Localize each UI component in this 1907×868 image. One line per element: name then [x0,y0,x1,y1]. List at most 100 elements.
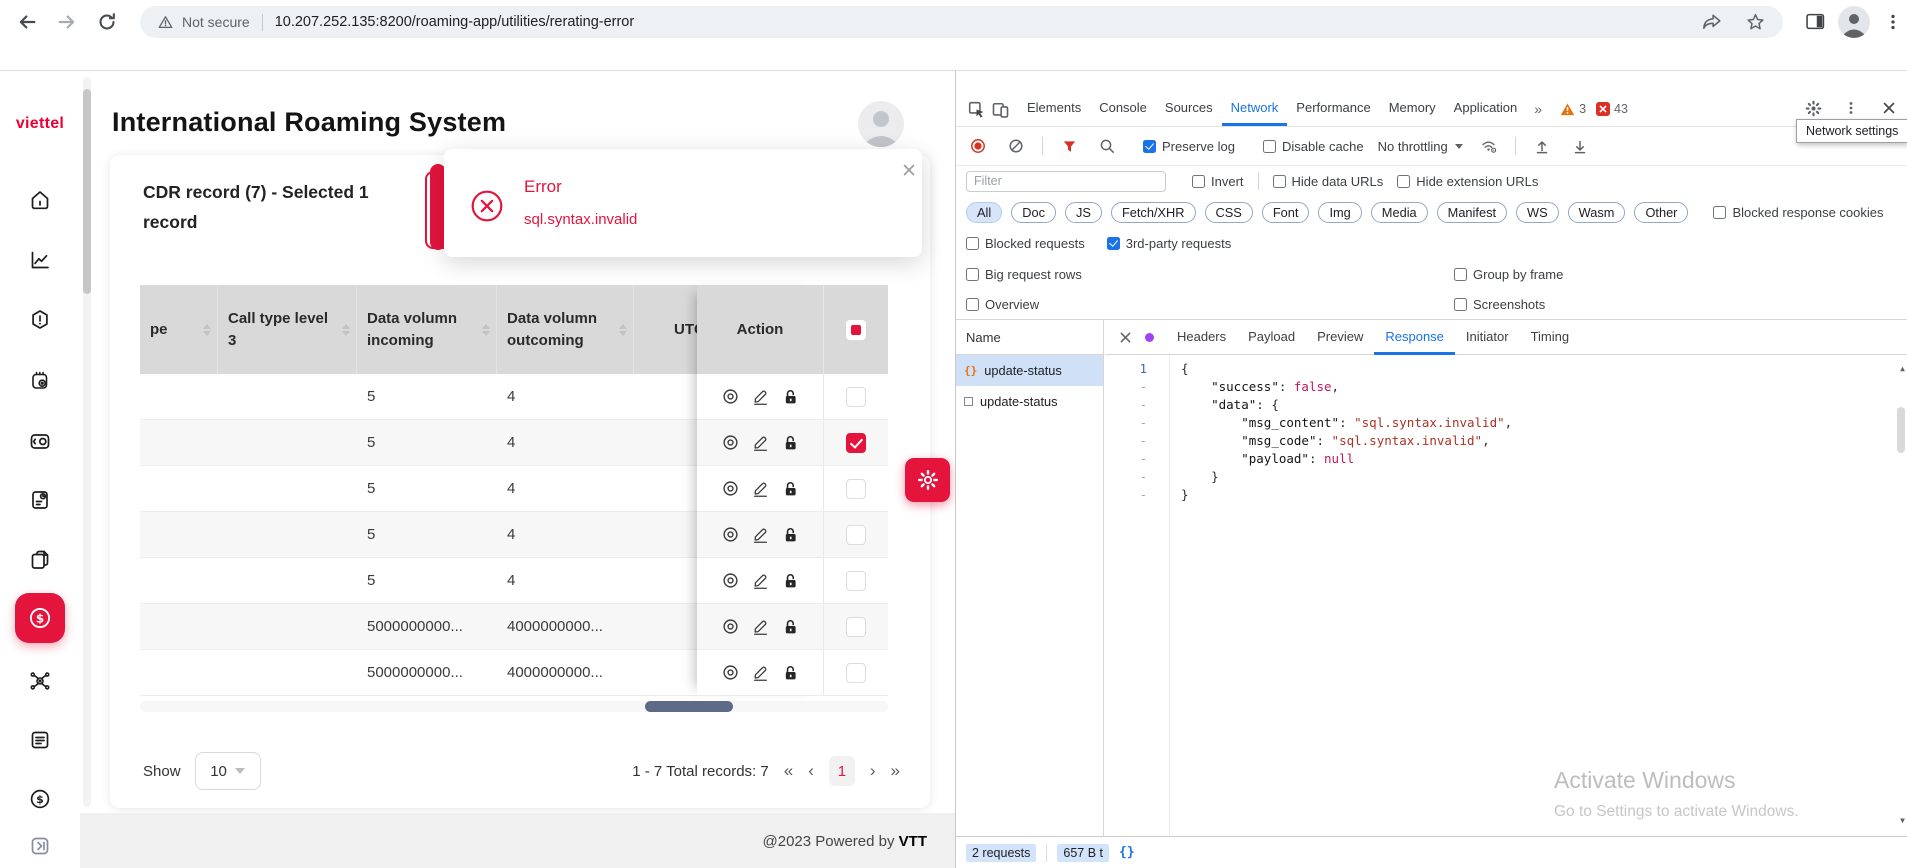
devtools-tab-network[interactable]: Network [1222,92,1288,126]
filter-icon[interactable] [1057,134,1081,158]
sidebar-item-documents[interactable] [28,548,52,572]
devtools-tab-elements[interactable]: Elements [1018,92,1090,126]
sidebar-item-revenue[interactable]: $ [28,787,52,811]
next-page-button[interactable]: › [870,761,876,781]
screenshots-checkbox[interactable]: Screenshots [1454,297,1545,312]
prev-page-button[interactable]: ‹ [808,761,814,781]
clear-network-log-icon[interactable] [1004,134,1028,158]
transferred-size[interactable]: 657 B t [1057,844,1109,862]
filter-chip-css[interactable]: CSS [1205,202,1253,223]
lock-icon[interactable] [782,388,799,405]
hide-extension-urls-checkbox[interactable]: Hide extension URLs [1397,174,1538,189]
browser-menu-icon[interactable] [1884,12,1906,34]
disable-cache-checkbox[interactable]: Disable cache [1263,139,1364,154]
warnings-count[interactable]: 3 [1560,102,1586,116]
edit-icon[interactable] [752,388,769,405]
back-icon[interactable] [16,11,38,33]
detail-tab-preview[interactable]: Preview [1306,320,1374,355]
edit-icon[interactable] [752,526,769,543]
view-icon[interactable] [722,388,739,405]
hide-data-urls-checkbox[interactable]: Hide data URLs [1273,174,1384,189]
filter-chip-doc[interactable]: Doc [1011,202,1056,223]
filter-chip-all[interactable]: All [966,202,1002,223]
view-icon[interactable] [722,664,739,681]
view-icon[interactable] [722,572,739,589]
sidebar-item-system-chip[interactable] [28,369,52,393]
edit-icon[interactable] [752,480,769,497]
filter-chip-ws[interactable]: WS [1516,202,1559,223]
lock-icon[interactable] [782,572,799,589]
current-page-button[interactable]: 1 [829,756,855,786]
devtools-settings-gear-icon[interactable] [1801,96,1825,120]
devtools-menu-icon[interactable] [1839,96,1863,120]
sidebar-item-report[interactable] [28,488,52,512]
throttling-select[interactable]: No throttling [1378,139,1463,154]
preserve-log-checkbox[interactable]: Preserve log [1143,139,1235,154]
filter-input[interactable] [966,171,1166,192]
filter-chip-manifest[interactable]: Manifest [1437,202,1507,223]
row-checkbox[interactable] [846,525,866,545]
edit-icon[interactable] [752,618,769,635]
edit-icon[interactable] [752,572,769,589]
sidebar-item-alert-hexagon[interactable] [28,308,52,332]
edit-icon[interactable] [752,434,769,451]
filter-chip-js[interactable]: JS [1065,202,1102,223]
response-scrollbar-thumb[interactable] [1897,407,1905,453]
sort-carets-icon[interactable] [482,324,490,336]
row-checkbox[interactable] [846,387,866,407]
column-header-2[interactable]: Call type level 3 [218,285,357,374]
sidebar-item-media[interactable] [28,429,52,453]
search-icon[interactable] [1095,134,1119,158]
filter-chip-fetchxhr[interactable]: Fetch/XHR [1111,202,1196,223]
sort-carets-icon[interactable] [342,324,350,336]
table-horizontal-scrollbar-thumb[interactable] [645,701,733,712]
column-header-3[interactable]: Data volumn incoming [357,285,497,374]
filter-chip-media[interactable]: Media [1371,202,1428,223]
url-text[interactable]: 10.207.252.135:8200/roaming-app/utilitie… [275,14,635,30]
request-row[interactable]: update-status [956,386,1103,417]
sidebar-item-billing[interactable]: $ [15,593,65,643]
export-har-icon[interactable] [1568,134,1592,158]
devtools-close-icon[interactable] [1877,96,1901,120]
errors-count[interactable]: 43 [1596,102,1628,116]
row-checkbox[interactable] [846,571,866,591]
user-avatar[interactable] [858,101,904,147]
detail-tab-headers[interactable]: Headers [1166,320,1237,355]
not-secure-warning-icon[interactable] [158,15,173,29]
app-vertical-scrollbar-thumb[interactable] [83,89,91,294]
sidebar-item-network[interactable] [28,669,52,693]
detail-tab-initiator[interactable]: Initiator [1455,320,1520,355]
sidebar-item-logout[interactable] [28,834,52,858]
last-page-button[interactable]: » [891,761,900,781]
omnibox[interactable]: Not secure 10.207.252.135:8200/roaming-a… [140,6,1783,38]
select-all-checkbox[interactable] [846,320,866,340]
response-viewer[interactable]: 1{- "success": false,- "data": {- "msg_c… [1105,355,1907,836]
row-checkbox[interactable] [846,617,866,637]
row-checkbox[interactable] [846,479,866,499]
sidebar-item-records[interactable] [28,728,52,752]
requests-count[interactable]: 2 requests [966,844,1036,862]
more-tabs-button[interactable]: » [1526,101,1550,117]
forward-icon[interactable] [56,11,78,33]
device-toolbar-icon[interactable] [988,97,1012,121]
column-header-4[interactable]: Data volumn outcoming [497,285,634,374]
lock-icon[interactable] [782,434,799,451]
sidebar-item-home[interactable] [28,188,52,212]
big-request-rows-checkbox[interactable]: Big request rows [966,267,1082,282]
toast-close-icon[interactable] [902,163,916,177]
detail-tab-response[interactable]: Response [1374,320,1455,355]
filter-chip-font[interactable]: Font [1262,202,1310,223]
requests-list-header[interactable]: Name [956,320,1103,355]
request-row[interactable]: {}update-status [956,355,1103,386]
braces-icon[interactable]: {} [1119,845,1135,860]
detail-tab-timing[interactable]: Timing [1520,320,1581,355]
filter-chip-img[interactable]: Img [1318,202,1361,223]
app-vertical-scrollbar[interactable] [83,77,91,807]
settings-fab-button[interactable] [905,458,950,502]
devtools-tab-console[interactable]: Console [1090,92,1156,126]
devtools-tab-sources[interactable]: Sources [1156,92,1222,126]
lock-icon[interactable] [782,618,799,635]
devtools-tab-application[interactable]: Application [1445,92,1527,126]
sort-carets-icon[interactable] [203,324,211,336]
overview-checkbox[interactable]: Overview [966,297,1039,312]
